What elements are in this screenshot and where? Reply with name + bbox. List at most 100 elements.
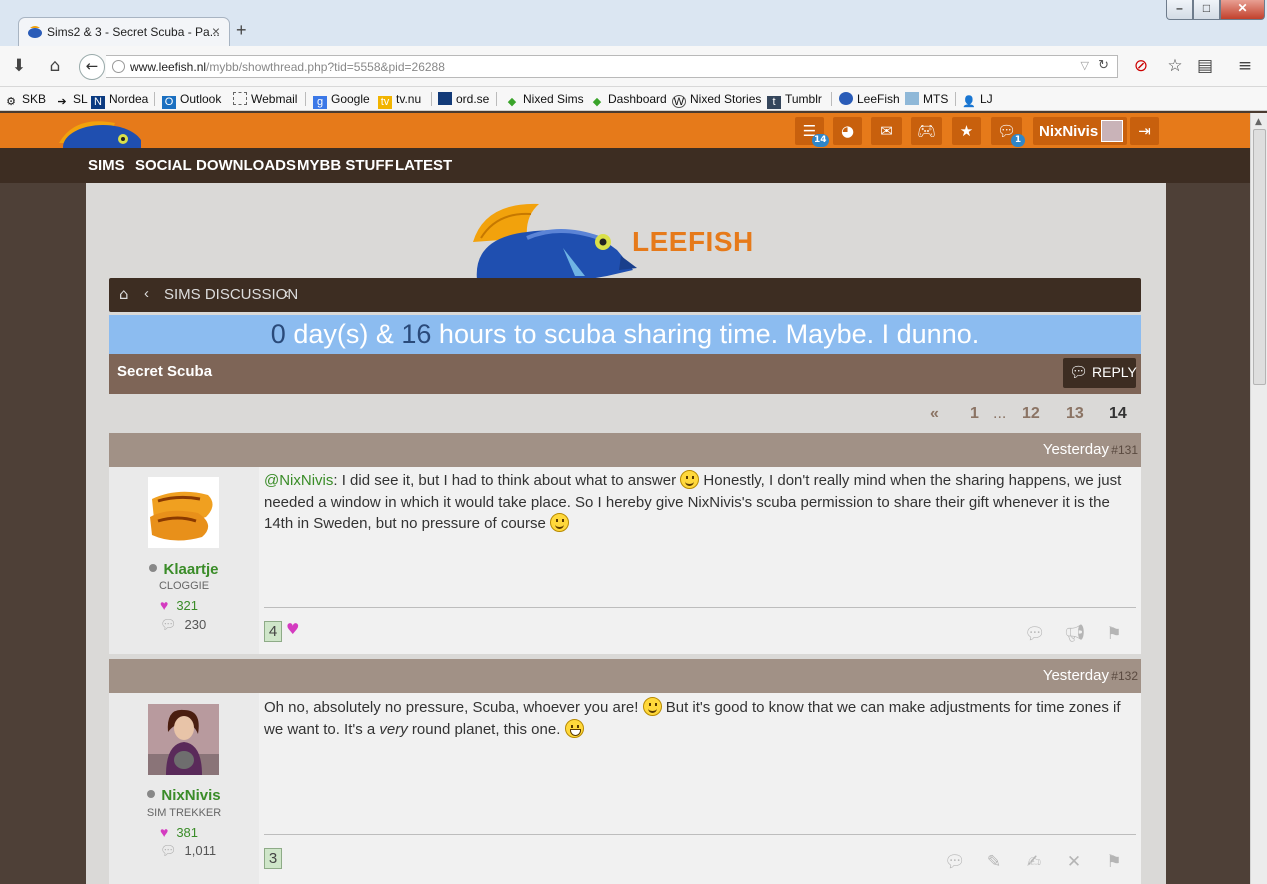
nav-mybb-stuff[interactable]: MYBB STUFF	[297, 157, 394, 174]
envelope-icon: ✉	[880, 122, 893, 140]
reading-list-icon[interactable]: ▤	[1192, 54, 1218, 78]
bookmark-tumblr[interactable]: t Tumblr	[767, 92, 822, 109]
reply-button[interactable]: 💬︎ REPLY	[1063, 358, 1137, 388]
bookmark-separator	[955, 92, 956, 106]
bookmark-nordea[interactable]: N Nordea	[91, 92, 148, 109]
header-games-button[interactable]: 🎮︎	[911, 117, 942, 145]
bookmark-separator	[496, 92, 497, 106]
page-scrollbar[interactable]: ▲	[1250, 113, 1267, 884]
heart-icon: ♥	[160, 597, 169, 613]
scrollbar-thumb[interactable]	[1253, 129, 1266, 385]
edit-pencil-icon[interactable]: ✎	[984, 852, 1004, 872]
bookmark-leefish[interactable]: LeeFish	[839, 92, 900, 106]
menu-icon[interactable]: ≡	[1232, 54, 1258, 78]
brand-name: LEEFISH	[632, 226, 754, 257]
bookmark-lj[interactable]: 👤 LJ	[962, 92, 993, 109]
user-avatar[interactable]	[148, 704, 219, 775]
pagination-page-1[interactable]: 1	[970, 405, 979, 423]
post-username[interactable]: Klaartje	[110, 561, 258, 578]
header-favorites-button[interactable]: ★	[952, 117, 981, 145]
user-avatar[interactable]	[148, 477, 219, 548]
post-date: Yesterday	[1042, 667, 1109, 684]
bookmark-tvnu[interactable]: tv tv.nu	[378, 92, 421, 109]
post-header: Yesterday #132	[109, 659, 1141, 693]
user-likes: ♥ 381	[160, 824, 199, 840]
post-header: Yesterday #131	[109, 433, 1141, 467]
full-edit-icon[interactable]: ✍	[1024, 852, 1044, 872]
logout-button[interactable]: ⇥	[1130, 117, 1159, 145]
pagination-page-13[interactable]: 13	[1066, 405, 1084, 423]
post-number[interactable]: #132	[1111, 669, 1138, 683]
new-tab-button[interactable]: +	[236, 21, 247, 39]
comment-icon: 💬︎	[160, 617, 177, 632]
minimize-button[interactable]: –	[1166, 0, 1193, 20]
breadcrumb-forum[interactable]: SIMS DISCUSSION	[164, 286, 298, 303]
user-menu-button[interactable]: NixNivis	[1033, 117, 1127, 145]
header-mail-button[interactable]: ✉	[871, 117, 902, 145]
nav-latest[interactable]: LATEST	[395, 157, 452, 174]
reload-icon[interactable]: ↻	[1098, 58, 1109, 73]
quote-reply-icon[interactable]: 💬︎	[944, 852, 966, 872]
flag-icon[interactable]: ⚑	[1104, 624, 1124, 644]
mts-icon	[905, 92, 919, 105]
pagination-prev[interactable]: «	[930, 405, 939, 423]
bookmark-ordse[interactable]: ord.se	[438, 92, 489, 106]
url-dropdown-icon[interactable]: ▽	[1081, 59, 1089, 72]
thread-title: Secret Scuba	[117, 363, 213, 380]
browser-tab[interactable]: Sims2 & 3 - Secret Scuba - Pa... ×	[18, 17, 230, 46]
bookmark-mts[interactable]: MTS	[905, 92, 948, 106]
url-bar[interactable]: www.leefish.nl/mybb/showthread.php?tid=5…	[106, 55, 1118, 78]
nav-sims[interactable]: SIMS	[88, 157, 125, 174]
maximize-button[interactable]: □	[1193, 0, 1220, 20]
like-heart-icon[interactable]: ♥	[286, 620, 299, 638]
post-number[interactable]: #131	[1111, 443, 1138, 457]
adblock-icon[interactable]: ⊘	[1128, 54, 1154, 78]
bookmark-skb[interactable]: ⚙ SKB	[4, 92, 46, 109]
post-like-count[interactable]: 4	[264, 621, 282, 642]
close-window-button[interactable]: ✕	[1220, 0, 1265, 20]
user-title: SIM TREKKER	[146, 807, 222, 819]
header-avatar	[1101, 120, 1123, 142]
tab-close-icon[interactable]: ×	[212, 23, 220, 39]
scroll-up-icon[interactable]: ▲	[1255, 117, 1262, 127]
bookmark-nixed-stories[interactable]: W Nixed Stories	[672, 92, 761, 108]
user-post-count: 💬︎ 230	[160, 617, 207, 632]
nav-downloads[interactable]: DOWNLOADS	[196, 157, 296, 174]
bookmark-nixed-sims[interactable]: ◆ Nixed Sims	[505, 92, 584, 109]
report-megaphone-icon[interactable]: 📢︎	[1064, 624, 1086, 644]
reply-label: REPLY	[1092, 364, 1137, 380]
tv-icon: tv	[378, 96, 392, 109]
nav-social[interactable]: SOCIAL	[135, 157, 192, 174]
mention-link[interactable]: @NixNivis	[264, 472, 333, 489]
quote-reply-icon[interactable]: 💬︎	[1024, 624, 1046, 644]
flag-icon[interactable]: ⚑	[1104, 852, 1124, 872]
user-title: CLOGGIE	[158, 580, 210, 592]
post-divider	[264, 607, 1136, 608]
list-badge: 14	[812, 134, 829, 147]
pagination-page-12[interactable]: 12	[1022, 405, 1040, 423]
post-username[interactable]: NixNivis	[110, 787, 258, 804]
header-logo[interactable]	[55, 113, 141, 148]
post-date: Yesterday	[1042, 441, 1109, 458]
globe-icon	[112, 60, 125, 73]
download-icon[interactable]: ⬇	[6, 54, 32, 78]
home-icon[interactable]: ⌂	[42, 54, 68, 78]
leefish-logo-icon[interactable]	[467, 198, 639, 280]
bookmark-star-icon[interactable]: ☆	[1162, 54, 1188, 78]
home-icon[interactable]: ⌂	[119, 285, 129, 303]
bookmark-dashboard[interactable]: ◆ Dashboard	[590, 92, 667, 109]
back-button[interactable]: ←	[79, 54, 105, 80]
countdown-days: 0	[270, 319, 286, 349]
post-like-count[interactable]: 3	[264, 848, 282, 869]
post-divider	[264, 834, 1136, 835]
bookmark-webmail[interactable]: Webmail	[233, 92, 297, 106]
bookmark-separator	[431, 92, 432, 106]
header-username: NixNivis	[1039, 123, 1099, 140]
delete-icon[interactable]: ✕	[1064, 852, 1084, 872]
thread-title-bar: Secret Scuba	[109, 354, 1141, 394]
bookmark-google[interactable]: g Google	[313, 92, 370, 109]
bookmark-sl[interactable]: ➔ SL	[55, 92, 87, 109]
header-dashboard-button[interactable]: ◕	[833, 117, 862, 145]
leefish-icon	[839, 92, 853, 105]
bookmark-outlook[interactable]: O Outlook	[162, 92, 221, 109]
